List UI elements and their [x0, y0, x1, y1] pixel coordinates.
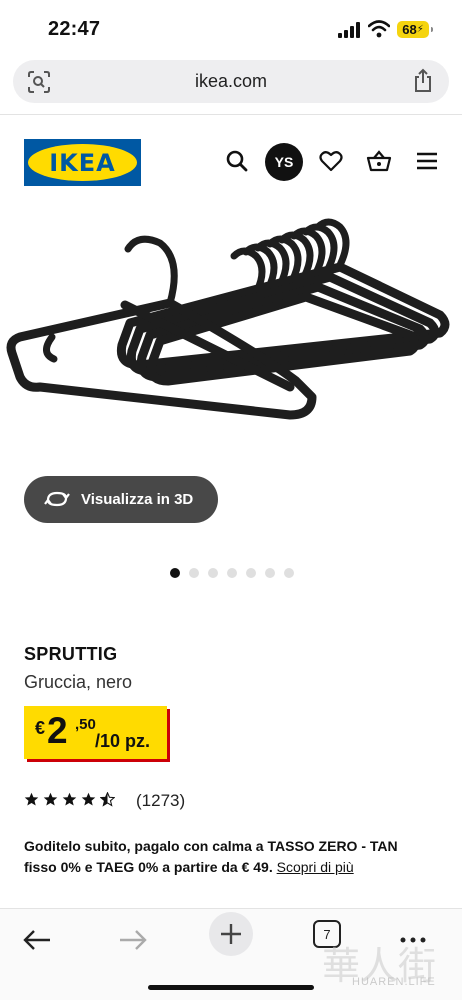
star-half-icon — [100, 792, 115, 807]
status-bar: 22:47 68 ⚡ — [0, 0, 462, 56]
heart-icon[interactable] — [318, 148, 344, 174]
product-description: Gruccia, nero — [24, 672, 133, 692]
back-arrow-icon[interactable] — [20, 923, 54, 957]
logo-text: IKEA — [49, 149, 116, 177]
price-decimal: ,50 — [75, 716, 96, 733]
forward-arrow-icon[interactable] — [116, 923, 150, 957]
plus-icon — [221, 924, 241, 944]
star-full-icon — [24, 792, 39, 806]
gallery-dot[interactable] — [246, 568, 256, 578]
price-integer: 2 — [47, 710, 68, 751]
rotate-3d-icon — [44, 491, 70, 507]
promo-link[interactable]: Scopri di più — [277, 859, 354, 875]
gallery-dot[interactable] — [189, 568, 199, 578]
view-3d-label: Visualizza in 3D — [81, 491, 194, 508]
battery-indicator: 68 ⚡ — [397, 21, 433, 38]
gallery-pagination[interactable] — [170, 568, 294, 578]
shopping-basket-icon[interactable] — [366, 148, 392, 174]
wifi-icon — [368, 20, 390, 38]
price-currency: € — [35, 718, 46, 738]
address-bar[interactable]: ikea.com — [13, 60, 449, 103]
product-name: SPRUTTIG — [24, 644, 118, 664]
star-full-icon — [43, 792, 58, 806]
rating-stars[interactable] — [24, 792, 115, 807]
review-count[interactable]: (1273) — [136, 791, 185, 811]
charging-icon: ⚡ — [416, 24, 424, 35]
view-3d-button[interactable]: Visualizza in 3D — [24, 476, 218, 523]
url-text[interactable]: ikea.com — [13, 71, 449, 92]
account-avatar[interactable]: YS — [265, 143, 303, 181]
financing-promo: Goditelo subito, pagalo con calma a TASS… — [24, 836, 434, 878]
product-image[interactable] — [0, 205, 462, 445]
cellular-signal-icon — [338, 22, 360, 38]
watermark-subtext: HUAREN.LIFE — [352, 976, 436, 988]
share-icon[interactable] — [411, 68, 435, 94]
star-full-icon — [81, 792, 96, 806]
status-time: 22:47 — [48, 18, 101, 40]
gallery-dot[interactable] — [284, 568, 294, 578]
divider — [0, 114, 462, 115]
gallery-dot[interactable] — [208, 568, 218, 578]
ikea-logo[interactable]: IKEA — [24, 139, 141, 186]
price-unit: /10 pz. — [95, 731, 151, 751]
new-tab-button[interactable] — [209, 912, 253, 956]
gallery-dot[interactable] — [170, 568, 180, 578]
menu-icon[interactable] — [414, 148, 440, 174]
price-tag: € 2 ,50 /10 pz. — [24, 706, 167, 759]
star-full-icon — [62, 792, 77, 806]
search-icon[interactable] — [224, 148, 250, 174]
gallery-dot[interactable] — [227, 568, 237, 578]
home-indicator[interactable] — [148, 985, 314, 990]
gallery-dot[interactable] — [265, 568, 275, 578]
